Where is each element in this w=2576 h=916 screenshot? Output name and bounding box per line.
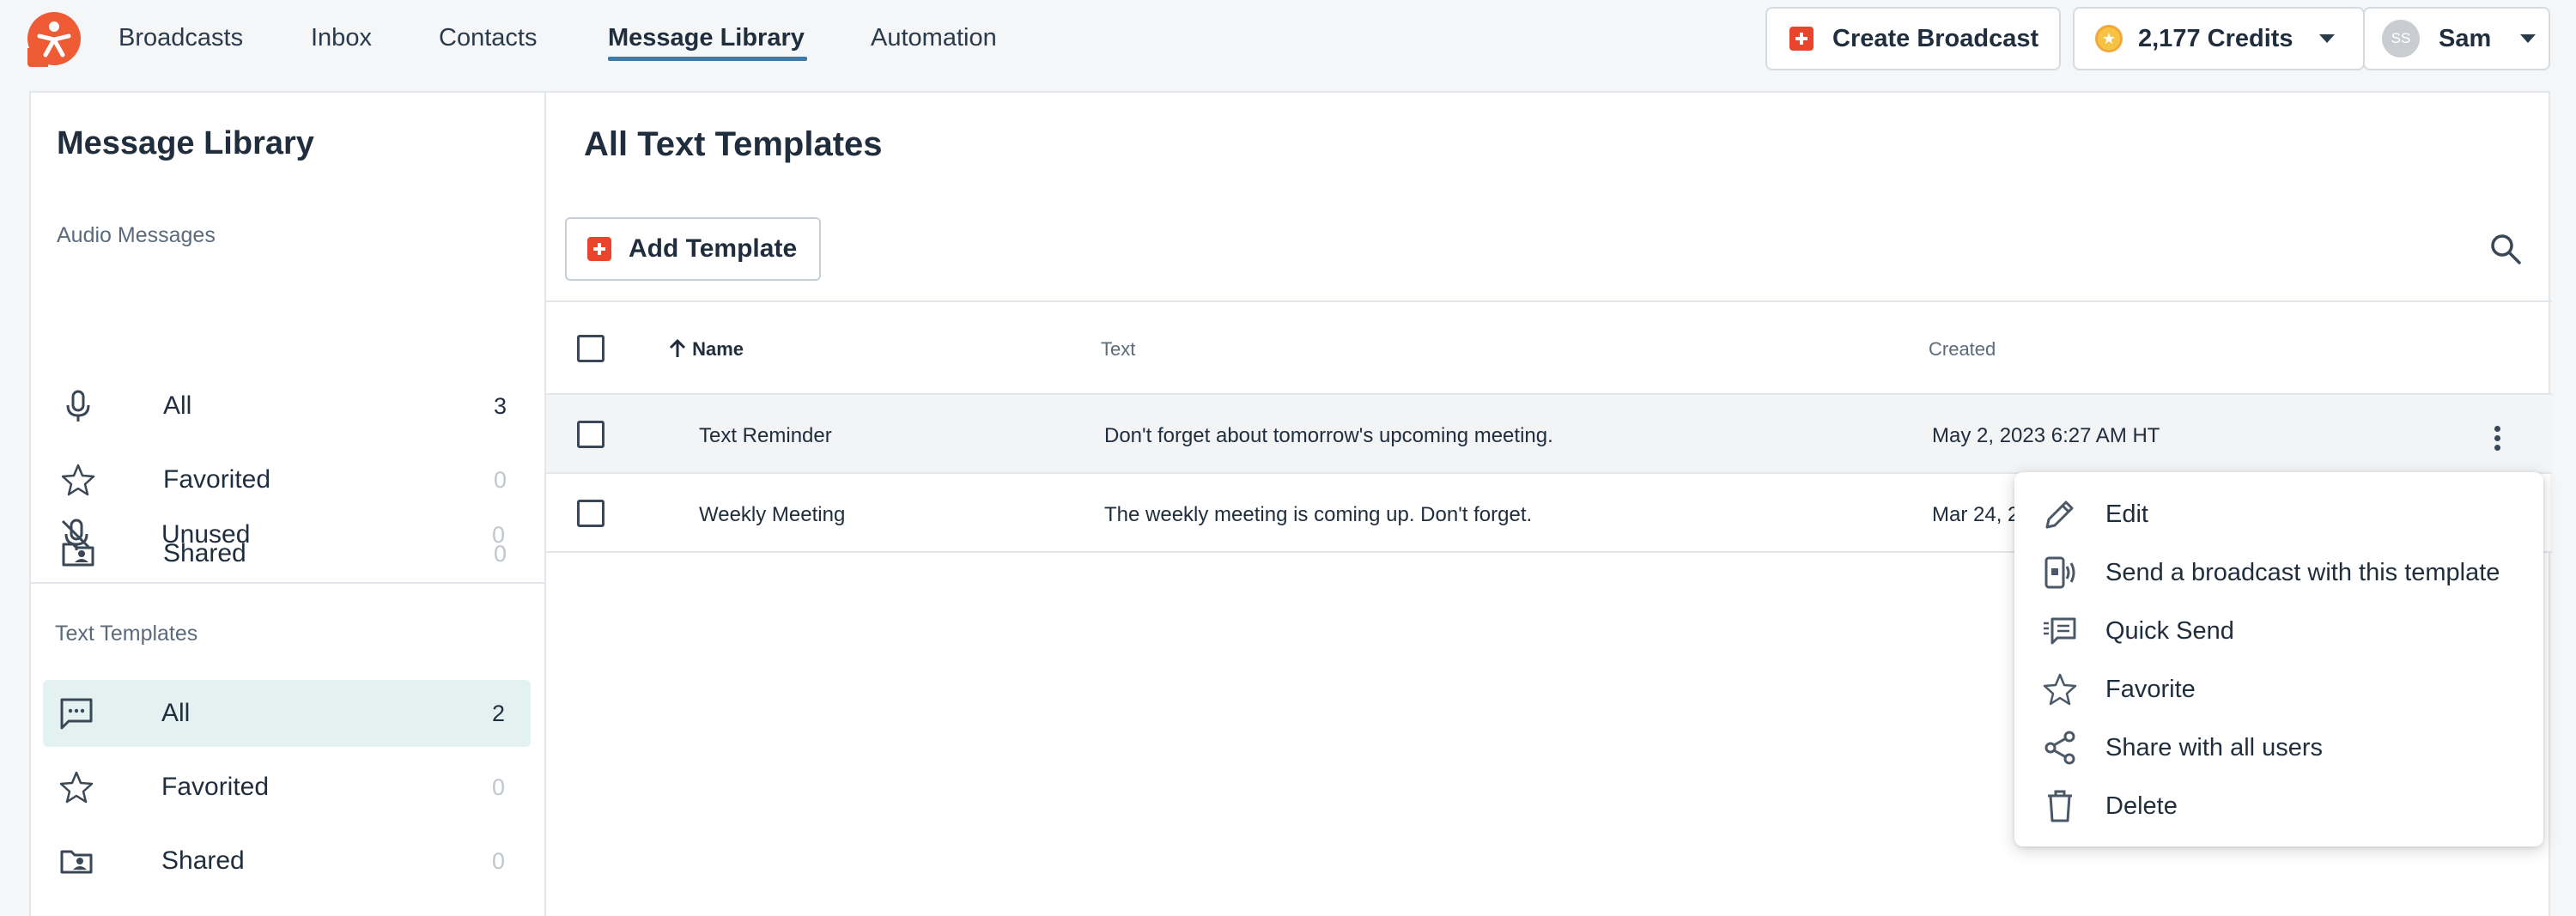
top-navigation-bar: Broadcasts Inbox Contacts Message Librar… — [0, 0, 2576, 91]
menu-item-favorite[interactable]: Favorite — [2014, 660, 2543, 717]
message-icon — [60, 698, 93, 730]
column-header-created[interactable]: Created — [1929, 338, 1996, 361]
column-header-name[interactable]: Name — [668, 338, 744, 361]
plus-icon — [1789, 27, 1814, 51]
plus-icon — [587, 237, 611, 261]
chevron-down-icon — [2318, 34, 2335, 43]
nav-automation[interactable]: Automation — [871, 22, 997, 58]
menu-item-label: Delete — [2105, 792, 2178, 820]
quick-send-icon — [2044, 617, 2076, 645]
pencil-icon — [2045, 500, 2074, 529]
nav-broadcasts[interactable]: Broadcasts — [118, 22, 243, 58]
sidebar-item-text-favorited[interactable]: Favorited 0 — [43, 754, 531, 821]
sidebar-item-count: 2 — [491, 701, 505, 726]
create-broadcast-label: Create Broadcast — [1832, 24, 2039, 52]
menu-item-quick-send[interactable]: Quick Send — [2014, 602, 2543, 658]
chevron-down-icon — [2520, 34, 2537, 43]
menu-item-label: Share with all users — [2105, 734, 2324, 761]
sidebar-item-audio-unused[interactable]: Unused 0 — [43, 501, 531, 568]
sidebar-item-text-all[interactable]: All 2 — [43, 680, 531, 747]
sidebar-lower: Unused 0 Text Templates All 2 Favorited … — [29, 91, 544, 916]
coin-icon: ★ — [2095, 25, 2123, 52]
menu-item-edit[interactable]: Edit — [2014, 485, 2543, 542]
add-template-label: Add Template — [629, 234, 798, 263]
user-name: Sam — [2439, 24, 2492, 52]
credits-label: 2,177 Credits — [2138, 24, 2293, 52]
row-actions-kebab-icon[interactable] — [2488, 422, 2506, 460]
broadcast-phone-icon — [2044, 556, 2075, 589]
select-all-checkbox[interactable] — [577, 335, 605, 362]
sidebar-item-label: Favorited — [161, 773, 270, 801]
menu-item-label: Edit — [2105, 500, 2148, 528]
menu-item-label: Send a broadcast with this template — [2105, 559, 2500, 586]
row-created: May 2, 2023 6:27 AM HT — [1932, 424, 2160, 447]
user-menu-dropdown[interactable]: SS Sam — [2363, 7, 2550, 70]
sidebar-item-text-shared[interactable]: Shared 0 — [43, 828, 531, 895]
sidebar-item-label: Unused — [161, 520, 251, 549]
row-created: Mar 24, 2 — [1932, 503, 2020, 526]
shared-folder-icon — [60, 850, 93, 874]
app-logo[interactable] — [27, 12, 81, 65]
toolbar-divider — [546, 300, 2552, 302]
row-name: Weekly Meeting — [699, 503, 846, 526]
menu-item-label: Quick Send — [2105, 617, 2234, 645]
avatar: SS — [2382, 20, 2420, 58]
sidebar-section-text: Text Templates — [55, 622, 198, 646]
create-broadcast-button[interactable]: Create Broadcast — [1765, 7, 2061, 70]
search-icon[interactable] — [2488, 232, 2523, 266]
microphone-off-icon — [61, 519, 92, 550]
menu-item-share[interactable]: Share with all users — [2014, 719, 2543, 775]
sidebar-item-count: 0 — [491, 774, 505, 800]
nav-inbox[interactable]: Inbox — [311, 22, 372, 58]
column-header-text[interactable]: Text — [1101, 338, 1135, 361]
credits-dropdown[interactable]: ★ 2,177 Credits — [2073, 7, 2365, 70]
star-icon — [2043, 673, 2077, 706]
row-checkbox[interactable] — [577, 421, 605, 448]
sidebar-item-count: 0 — [491, 522, 505, 548]
page-title: All Text Templates — [584, 125, 883, 163]
nav-active-underline — [608, 57, 807, 61]
nav-contacts[interactable]: Contacts — [439, 22, 537, 58]
nav-message-library[interactable]: Message Library — [608, 22, 805, 58]
row-text: Don't forget about tomorrow's upcoming m… — [1104, 424, 1553, 447]
sort-ascending-icon — [669, 338, 686, 357]
star-icon — [59, 771, 94, 804]
add-template-button[interactable]: Add Template — [565, 217, 821, 281]
row-checkbox[interactable] — [577, 500, 605, 527]
row-text: The weekly meeting is coming up. Don't f… — [1104, 503, 1533, 526]
menu-item-delete[interactable]: Delete — [2014, 777, 2543, 834]
sidebar-item-count: 0 — [491, 848, 505, 874]
sidebar-item-label: All — [161, 699, 191, 727]
column-header-name-label: Name — [692, 338, 744, 360]
row-actions-menu: Edit Send a broadcast with this template… — [2014, 472, 2543, 846]
sidebar-divider — [29, 582, 544, 584]
row-name: Text Reminder — [699, 424, 832, 447]
trash-icon — [2048, 790, 2072, 822]
sidebar-item-label: Shared — [161, 846, 245, 875]
menu-item-send-broadcast[interactable]: Send a broadcast with this template — [2014, 543, 2543, 600]
share-icon — [2044, 731, 2075, 765]
menu-item-label: Favorite — [2105, 676, 2196, 703]
